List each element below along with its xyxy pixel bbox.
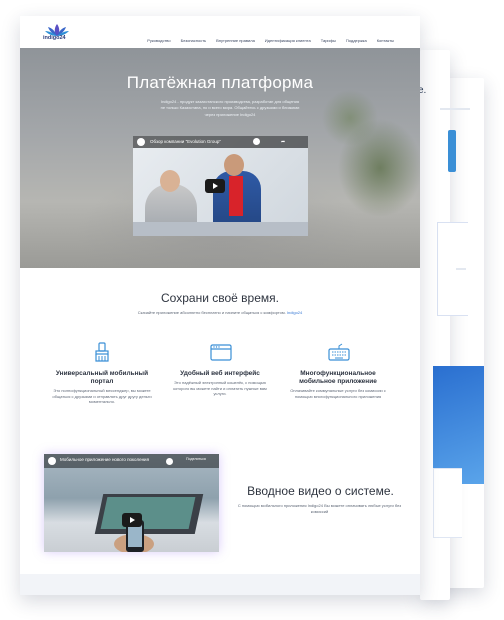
top-nav: Руководство Безопасность Внутренние прав… (147, 38, 394, 43)
feature-card: Многофункциональное мобильное приложение… (288, 342, 388, 399)
video-person-head (160, 170, 180, 192)
feature-card: Удобный веб интерфейс Это надёжный элект… (170, 342, 270, 397)
watch-later-icon[interactable] (166, 458, 173, 465)
background-line (456, 268, 466, 270)
site-header: indigo24 Руководство Безопасность Внутре… (20, 16, 420, 48)
share-button[interactable]: Поделиться (186, 457, 206, 461)
page-footer (20, 574, 420, 595)
video-laptop-screen (100, 497, 196, 529)
hero-title: Платёжная платформа (126, 73, 314, 92)
nav-item-identification[interactable]: Идентификация клиента (265, 38, 311, 43)
share-icon[interactable]: ➦ (281, 139, 285, 145)
background-page-blue-banner (433, 366, 484, 484)
nav-item-contacts[interactable]: Контакты (377, 38, 394, 43)
feature-card: Универсальный мобильный портал Это полно… (52, 342, 152, 405)
intro-video[interactable]: Мобильное приложение нового поколения По… (44, 454, 219, 552)
nav-item-guide[interactable]: Руководство (147, 38, 170, 43)
background-page-card-2 (433, 468, 462, 538)
video-title[interactable]: Мобильное приложение нового поколения (60, 457, 149, 462)
nav-item-support[interactable]: Поддержка (346, 38, 367, 43)
feature-title: Многофункциональное мобильное приложение (299, 370, 377, 385)
background-line (440, 108, 470, 110)
logo[interactable] (40, 22, 74, 46)
video-title[interactable]: Обзор компании "Evolution Group" (150, 139, 221, 144)
hero-banner: Платёжная платформа Indigo24 - продукт к… (20, 48, 420, 268)
nav-item-security[interactable]: Безопасность (181, 38, 207, 43)
logo-text: indigo24 (43, 35, 66, 41)
browser-window-icon (210, 342, 232, 362)
feature-description: Оплачивайте коммунальные услуги без коми… (290, 388, 386, 399)
watch-later-icon[interactable] (253, 138, 260, 145)
intro-subtitle: С помощью мобильного приложения Indigo24… (237, 503, 402, 514)
section-link[interactable]: Indigo24 (287, 310, 302, 315)
keyboard-icon (328, 342, 350, 362)
brush-icon (92, 342, 112, 362)
section-subtitle: Скачайте приложение абсолютно бесплатно … (20, 310, 420, 315)
nav-item-rules[interactable]: Внутренние правила (216, 38, 255, 43)
video-person-head (224, 154, 244, 176)
feature-title: Универсальный мобильный портал (55, 370, 149, 385)
company-video[interactable]: Обзор компании "Evolution Group" ➦ (133, 136, 308, 236)
feature-description: Это полнофункциональный мессенджер, вы м… (52, 388, 152, 405)
video-desk (133, 222, 308, 236)
play-button[interactable] (205, 179, 225, 193)
feature-description: Это надёжный электронный кошелёк, с помо… (173, 380, 267, 397)
section-subtitle-text: Скачайте приложение абсолютно бесплатно … (137, 310, 286, 315)
hero-subtitle: Indigo24 - продукт казахстанского произв… (160, 99, 300, 117)
channel-avatar-icon[interactable] (137, 138, 145, 146)
video-person-shirt (229, 176, 243, 216)
main-page: indigo24 Руководство Безопасность Внутре… (20, 16, 420, 595)
intro-title: Вводное видео о системе. (247, 484, 394, 498)
section-title: Сохрани своё время. (161, 291, 279, 305)
feature-title: Удобный веб интерфейс (180, 370, 260, 377)
nav-item-tariffs[interactable]: Тарифы (321, 38, 336, 43)
feedback-side-tab[interactable] (448, 130, 456, 172)
channel-avatar-icon[interactable] (48, 457, 56, 465)
play-button[interactable] (122, 513, 142, 527)
